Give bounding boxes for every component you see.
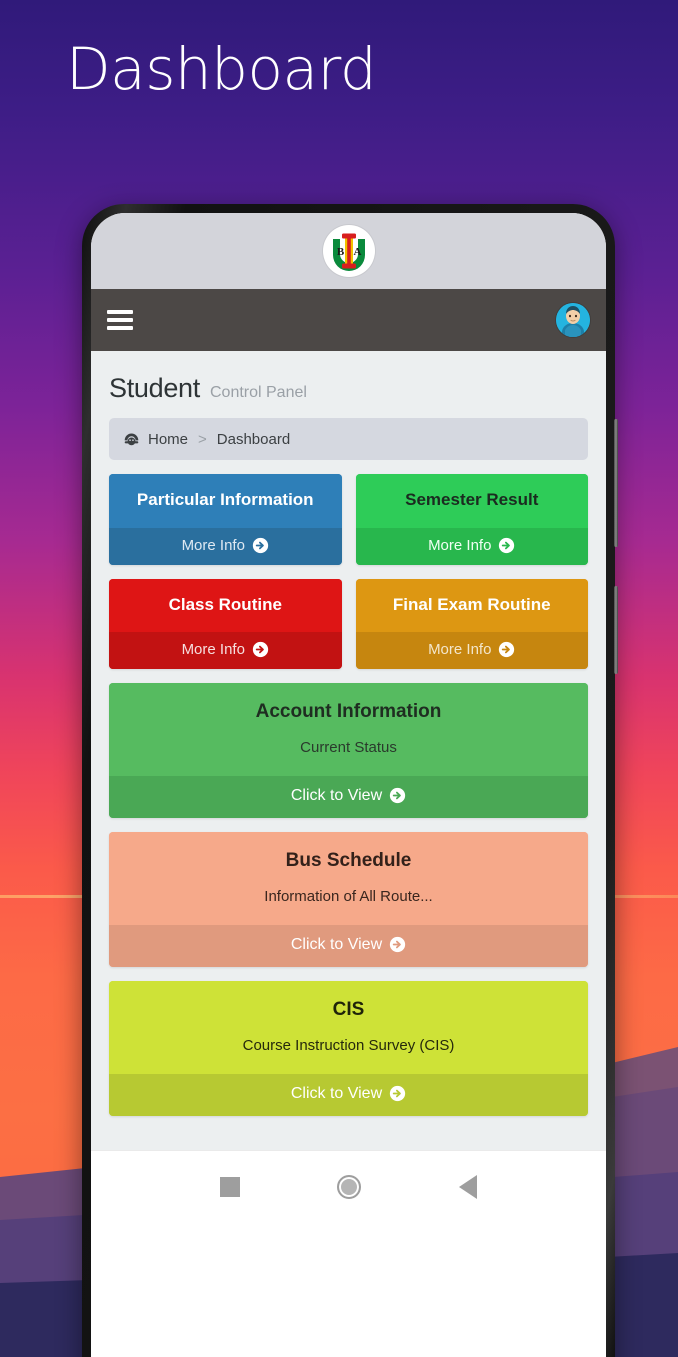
card-action-label: Click to View [290,935,383,953]
card-class-routine[interactable]: Class Routine More Info [109,578,342,670]
hamburger-bar [107,326,133,330]
breadcrumb: Home > Dashboard [109,418,588,460]
arrow-circle-right-icon [252,537,269,553]
card-cis[interactable]: CIS Course Instruction Survey (CIS) Clic… [109,980,588,1116]
card-semester-result[interactable]: Semester Result More Info [355,474,588,565]
card-action-label: Click to View [290,786,383,804]
card-title: Final Exam Routine [392,594,551,614]
svg-text:B: B [336,246,344,258]
card-title: Account Information [255,701,442,723]
panel-title: Student [109,373,200,403]
card-action-label: More Info [428,641,492,659]
card-action-label: More Info [181,641,245,659]
card-body: Particular Information [109,474,342,528]
arrow-circle-right-icon [499,537,515,553]
card-title: Semester Result [405,490,539,509]
home-circle-icon[interactable] [337,1175,362,1200]
card-action-label: More Info [428,536,492,554]
card-footer-action[interactable]: More Info [355,527,588,565]
university-logo: B A [322,225,375,277]
app-logo-strip: B A [91,213,606,289]
card-footer-action[interactable]: More Info [355,632,588,670]
hamburger-bar [107,310,133,314]
arrow-circle-right-icon [252,641,269,658]
card-final-exam-routine[interactable]: Final Exam Routine More Info [355,578,588,670]
arrow-circle-right-icon [389,1085,406,1102]
card-footer-action[interactable]: Click to View [109,1073,588,1116]
card-description: Current Status [300,738,397,756]
card-title: Class Routine [168,594,282,614]
card-description: Information of All Route... [264,887,433,905]
svg-text:A: A [353,246,361,258]
card-title: Bus Schedule [285,849,412,871]
card-footer-action[interactable]: More Info [109,632,342,670]
user-avatar[interactable] [556,303,590,337]
breadcrumb-home[interactable]: Home [148,431,188,448]
android-navigation-bar [91,1149,606,1224]
back-triangle-icon[interactable] [459,1175,478,1200]
breadcrumb-current: Dashboard [216,430,291,448]
arrow-circle-right-icon [389,788,406,804]
card-bus-schedule[interactable]: Bus Schedule Information of All Route...… [109,831,588,967]
card-body: Final Exam Routine [355,578,588,633]
tachometer-icon [124,433,139,445]
hamburger-icon[interactable] [107,310,133,330]
arrow-circle-right-icon [499,641,515,658]
card-body: Class Routine [109,578,342,633]
dashboard-cards: Particular Information More Info Semeste… [91,460,606,1116]
card-body: Semester Result [355,474,588,528]
hamburger-bar [107,318,133,322]
card-body: Bus Schedule Information of All Route... [109,831,588,925]
volume-button[interactable] [614,419,618,547]
card-body: CIS Course Instruction Survey (CIS) [109,980,588,1074]
page-title: Dashboard [66,35,377,103]
arrow-circle-right-icon [389,937,406,953]
card-row-2: Class Routine More Info Final Exam Routi… [109,578,588,670]
card-action-label: Click to View [290,1084,383,1102]
card-footer-action[interactable]: Click to View [109,924,588,967]
panel-header: Student Control Panel [91,351,606,408]
card-particular-information[interactable]: Particular Information More Info [109,474,342,565]
panel-subtitle: Control Panel [209,384,307,401]
card-footer-action[interactable]: Click to View [109,775,588,818]
dashboard-content: Student Control Panel Home > Dashboard P… [91,351,606,1150]
avatar-icon [556,303,590,337]
card-action-label: More Info [181,536,245,554]
breadcrumb-separator: > [198,430,207,448]
power-button[interactable] [614,586,618,674]
card-description: Course Instruction Survey (CIS) [242,1036,455,1054]
phone-screen: B A Student Control Panel Home > Dashboa… [91,213,606,1357]
card-body: Account Information Current Status [109,683,588,776]
card-title: Particular Information [136,490,314,509]
card-title: CIS [332,998,365,1020]
baiust-logo-icon: B A [325,228,372,274]
recents-square-icon[interactable] [219,1177,240,1198]
phone-mockup: B A Student Control Panel Home > Dashboa… [82,204,618,1357]
card-row-1: Particular Information More Info Semeste… [109,474,588,565]
card-footer-action[interactable]: More Info [109,527,342,565]
app-bar [91,289,606,351]
card-account-information[interactable]: Account Information Current Status Click… [109,683,588,818]
